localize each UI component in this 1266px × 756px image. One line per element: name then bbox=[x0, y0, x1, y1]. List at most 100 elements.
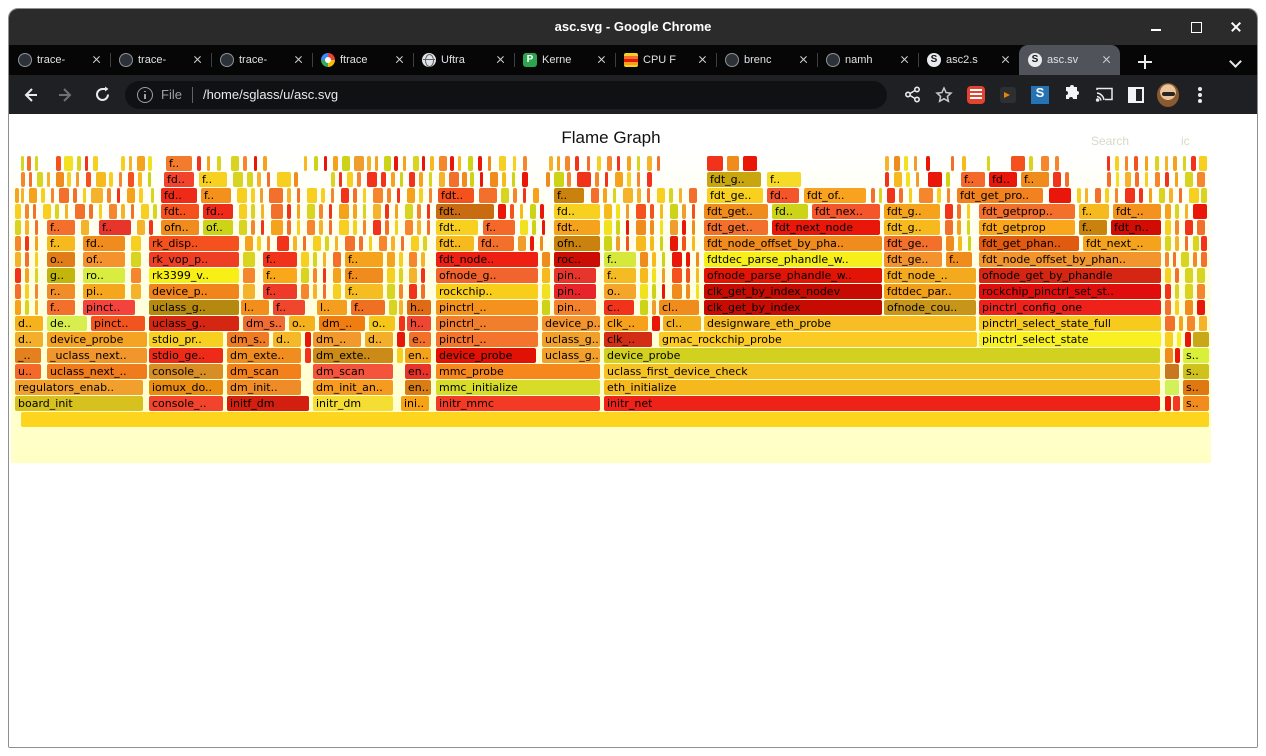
flame-frame-small[interactable] bbox=[1199, 156, 1207, 171]
flame-frame-small[interactable] bbox=[968, 236, 971, 251]
flame-frame-small[interactable] bbox=[307, 188, 317, 203]
flame-frame-small[interactable] bbox=[670, 236, 678, 251]
flame-frame-small[interactable] bbox=[409, 268, 417, 283]
flame-frame-small[interactable] bbox=[359, 236, 363, 251]
flame-frame-small[interactable] bbox=[1135, 172, 1139, 187]
flame-frame-small[interactable] bbox=[56, 156, 61, 171]
flame-frame-small[interactable] bbox=[540, 236, 543, 251]
flame-frame-small[interactable] bbox=[251, 220, 255, 235]
flame-frame-small[interactable] bbox=[904, 156, 908, 171]
flame-frame-small[interactable] bbox=[339, 220, 349, 235]
flame-frame[interactable]: mmc_initialize bbox=[436, 380, 600, 395]
flame-frame-small[interactable] bbox=[660, 204, 663, 219]
flame-frame-small[interactable] bbox=[131, 284, 141, 299]
flame-frame[interactable]: fdt_ge.. bbox=[707, 188, 763, 203]
flame-frame-small[interactable] bbox=[478, 156, 482, 171]
flame-frame[interactable]: fd.. bbox=[161, 188, 197, 203]
flame-frame-small[interactable] bbox=[604, 220, 612, 235]
flame-frame[interactable]: s.. bbox=[1183, 380, 1209, 395]
flame-frame-small[interactable] bbox=[542, 268, 550, 283]
flame-frame-small[interactable] bbox=[15, 220, 21, 235]
flame-frame-small[interactable] bbox=[887, 188, 895, 203]
flame-frame-small[interactable] bbox=[333, 284, 341, 299]
flame-frame-small[interactable] bbox=[962, 156, 966, 171]
flame-frame-small[interactable] bbox=[613, 188, 616, 203]
flame-frame-small[interactable] bbox=[385, 204, 389, 219]
flame-frame-small[interactable] bbox=[323, 268, 326, 283]
flame-frame-small[interactable] bbox=[1149, 188, 1152, 203]
flame-frame-small[interactable] bbox=[520, 220, 528, 235]
flame-frame-small[interactable] bbox=[131, 252, 141, 267]
flame-frame[interactable]: fdt_g.. bbox=[884, 204, 940, 219]
flame-frame-small[interactable] bbox=[47, 172, 50, 187]
flame-frame[interactable]: dm_.. bbox=[313, 332, 361, 347]
flame-frame[interactable]: f.. bbox=[263, 268, 297, 283]
flame-frame[interactable]: d.. bbox=[15, 316, 43, 331]
flame-frame-small[interactable] bbox=[297, 220, 300, 235]
flame-frame[interactable]: de.. bbox=[47, 316, 87, 331]
flame-frame-small[interactable] bbox=[662, 268, 665, 283]
flame-frame[interactable]: console_.. bbox=[149, 364, 223, 379]
flame-frame[interactable]: fdt.. bbox=[161, 204, 199, 219]
flame-frame-small[interactable] bbox=[947, 188, 950, 203]
flame-frame-small[interactable] bbox=[652, 316, 660, 331]
flame-frame-small[interactable] bbox=[670, 204, 678, 219]
flame-frame[interactable]: dm_.. bbox=[319, 316, 365, 331]
flame-frame-small[interactable] bbox=[696, 284, 699, 299]
flame-frame-small[interactable] bbox=[237, 188, 247, 203]
flame-frame-small[interactable] bbox=[251, 188, 255, 203]
flame-frame[interactable]: f.. bbox=[199, 172, 227, 187]
flame-frame-small[interactable] bbox=[672, 268, 682, 283]
flame-frame-small[interactable] bbox=[325, 236, 329, 251]
flame-frame-small[interactable] bbox=[138, 172, 142, 187]
flame-frame[interactable]: f.. bbox=[1079, 204, 1109, 219]
flame-frame[interactable]: rk_vop_p.. bbox=[149, 252, 239, 267]
flame-frame-small[interactable] bbox=[304, 156, 307, 171]
flame-frame-small[interactable] bbox=[35, 220, 38, 235]
flame-frame[interactable]: pi.. bbox=[83, 284, 125, 299]
flame-frame-small[interactable] bbox=[604, 236, 612, 251]
flame-frame-small[interactable] bbox=[148, 172, 151, 187]
flame-frame-small[interactable] bbox=[1173, 252, 1176, 267]
flame-frame-small[interactable] bbox=[96, 172, 106, 187]
flame-frame[interactable]: f.. bbox=[345, 268, 383, 283]
flame-frame[interactable]: ofnode_g.. bbox=[436, 268, 538, 283]
flame-frame-small[interactable] bbox=[37, 172, 43, 187]
flame-frame-small[interactable] bbox=[679, 188, 682, 203]
flame-frame[interactable]: fdt_get_phan.. bbox=[979, 236, 1079, 251]
flame-frame[interactable]: rockchip_pinctrl_set_st.. bbox=[979, 284, 1161, 299]
profile-avatar[interactable] bbox=[1157, 84, 1179, 106]
flame-frame-small[interactable] bbox=[587, 156, 590, 171]
flame-frame-small[interactable] bbox=[319, 220, 323, 235]
flame-frame[interactable]: roc.. bbox=[554, 252, 600, 267]
flame-frame-small[interactable] bbox=[926, 156, 930, 171]
flame-frame[interactable]: f.. bbox=[201, 188, 231, 203]
flame-frame[interactable]: clk_.. bbox=[604, 332, 652, 347]
flame-frame[interactable]: rk3399_v.. bbox=[149, 268, 239, 283]
flame-frame-small[interactable] bbox=[233, 172, 243, 187]
flame-frame[interactable]: f.. bbox=[961, 172, 985, 187]
flame-frame-small[interactable] bbox=[520, 204, 523, 219]
flame-frame-small[interactable] bbox=[41, 188, 45, 203]
flame-frame[interactable]: fdt.. bbox=[436, 220, 478, 235]
flame-frame-small[interactable] bbox=[153, 204, 157, 219]
flame-frame-small[interactable] bbox=[1175, 236, 1179, 251]
flame-frame-small[interactable] bbox=[399, 252, 403, 267]
flame-frame-small[interactable] bbox=[1165, 204, 1171, 219]
flame-frame-small[interactable] bbox=[640, 284, 648, 299]
flame-frame-small[interactable] bbox=[650, 220, 654, 235]
flame-frame[interactable]: ini.. bbox=[401, 396, 429, 411]
flame-frame-small[interactable] bbox=[597, 156, 601, 171]
flame-frame-small[interactable] bbox=[542, 252, 550, 267]
flame-frame-small[interactable] bbox=[1185, 204, 1188, 219]
flame-frame-small[interactable] bbox=[689, 188, 697, 203]
flame-frame-small[interactable] bbox=[243, 268, 255, 283]
flame-frame[interactable]: fdt.. bbox=[436, 204, 494, 219]
flame-frame[interactable]: mmc_probe bbox=[436, 364, 600, 379]
flame-frame[interactable]: ro.. bbox=[83, 268, 125, 283]
flame-frame-small[interactable] bbox=[35, 284, 38, 299]
tab-close-icon[interactable] bbox=[595, 53, 609, 67]
flame-frame-small[interactable] bbox=[957, 220, 961, 235]
flame-frame-small[interactable] bbox=[636, 236, 646, 251]
flame-frame-small[interactable] bbox=[387, 252, 395, 267]
